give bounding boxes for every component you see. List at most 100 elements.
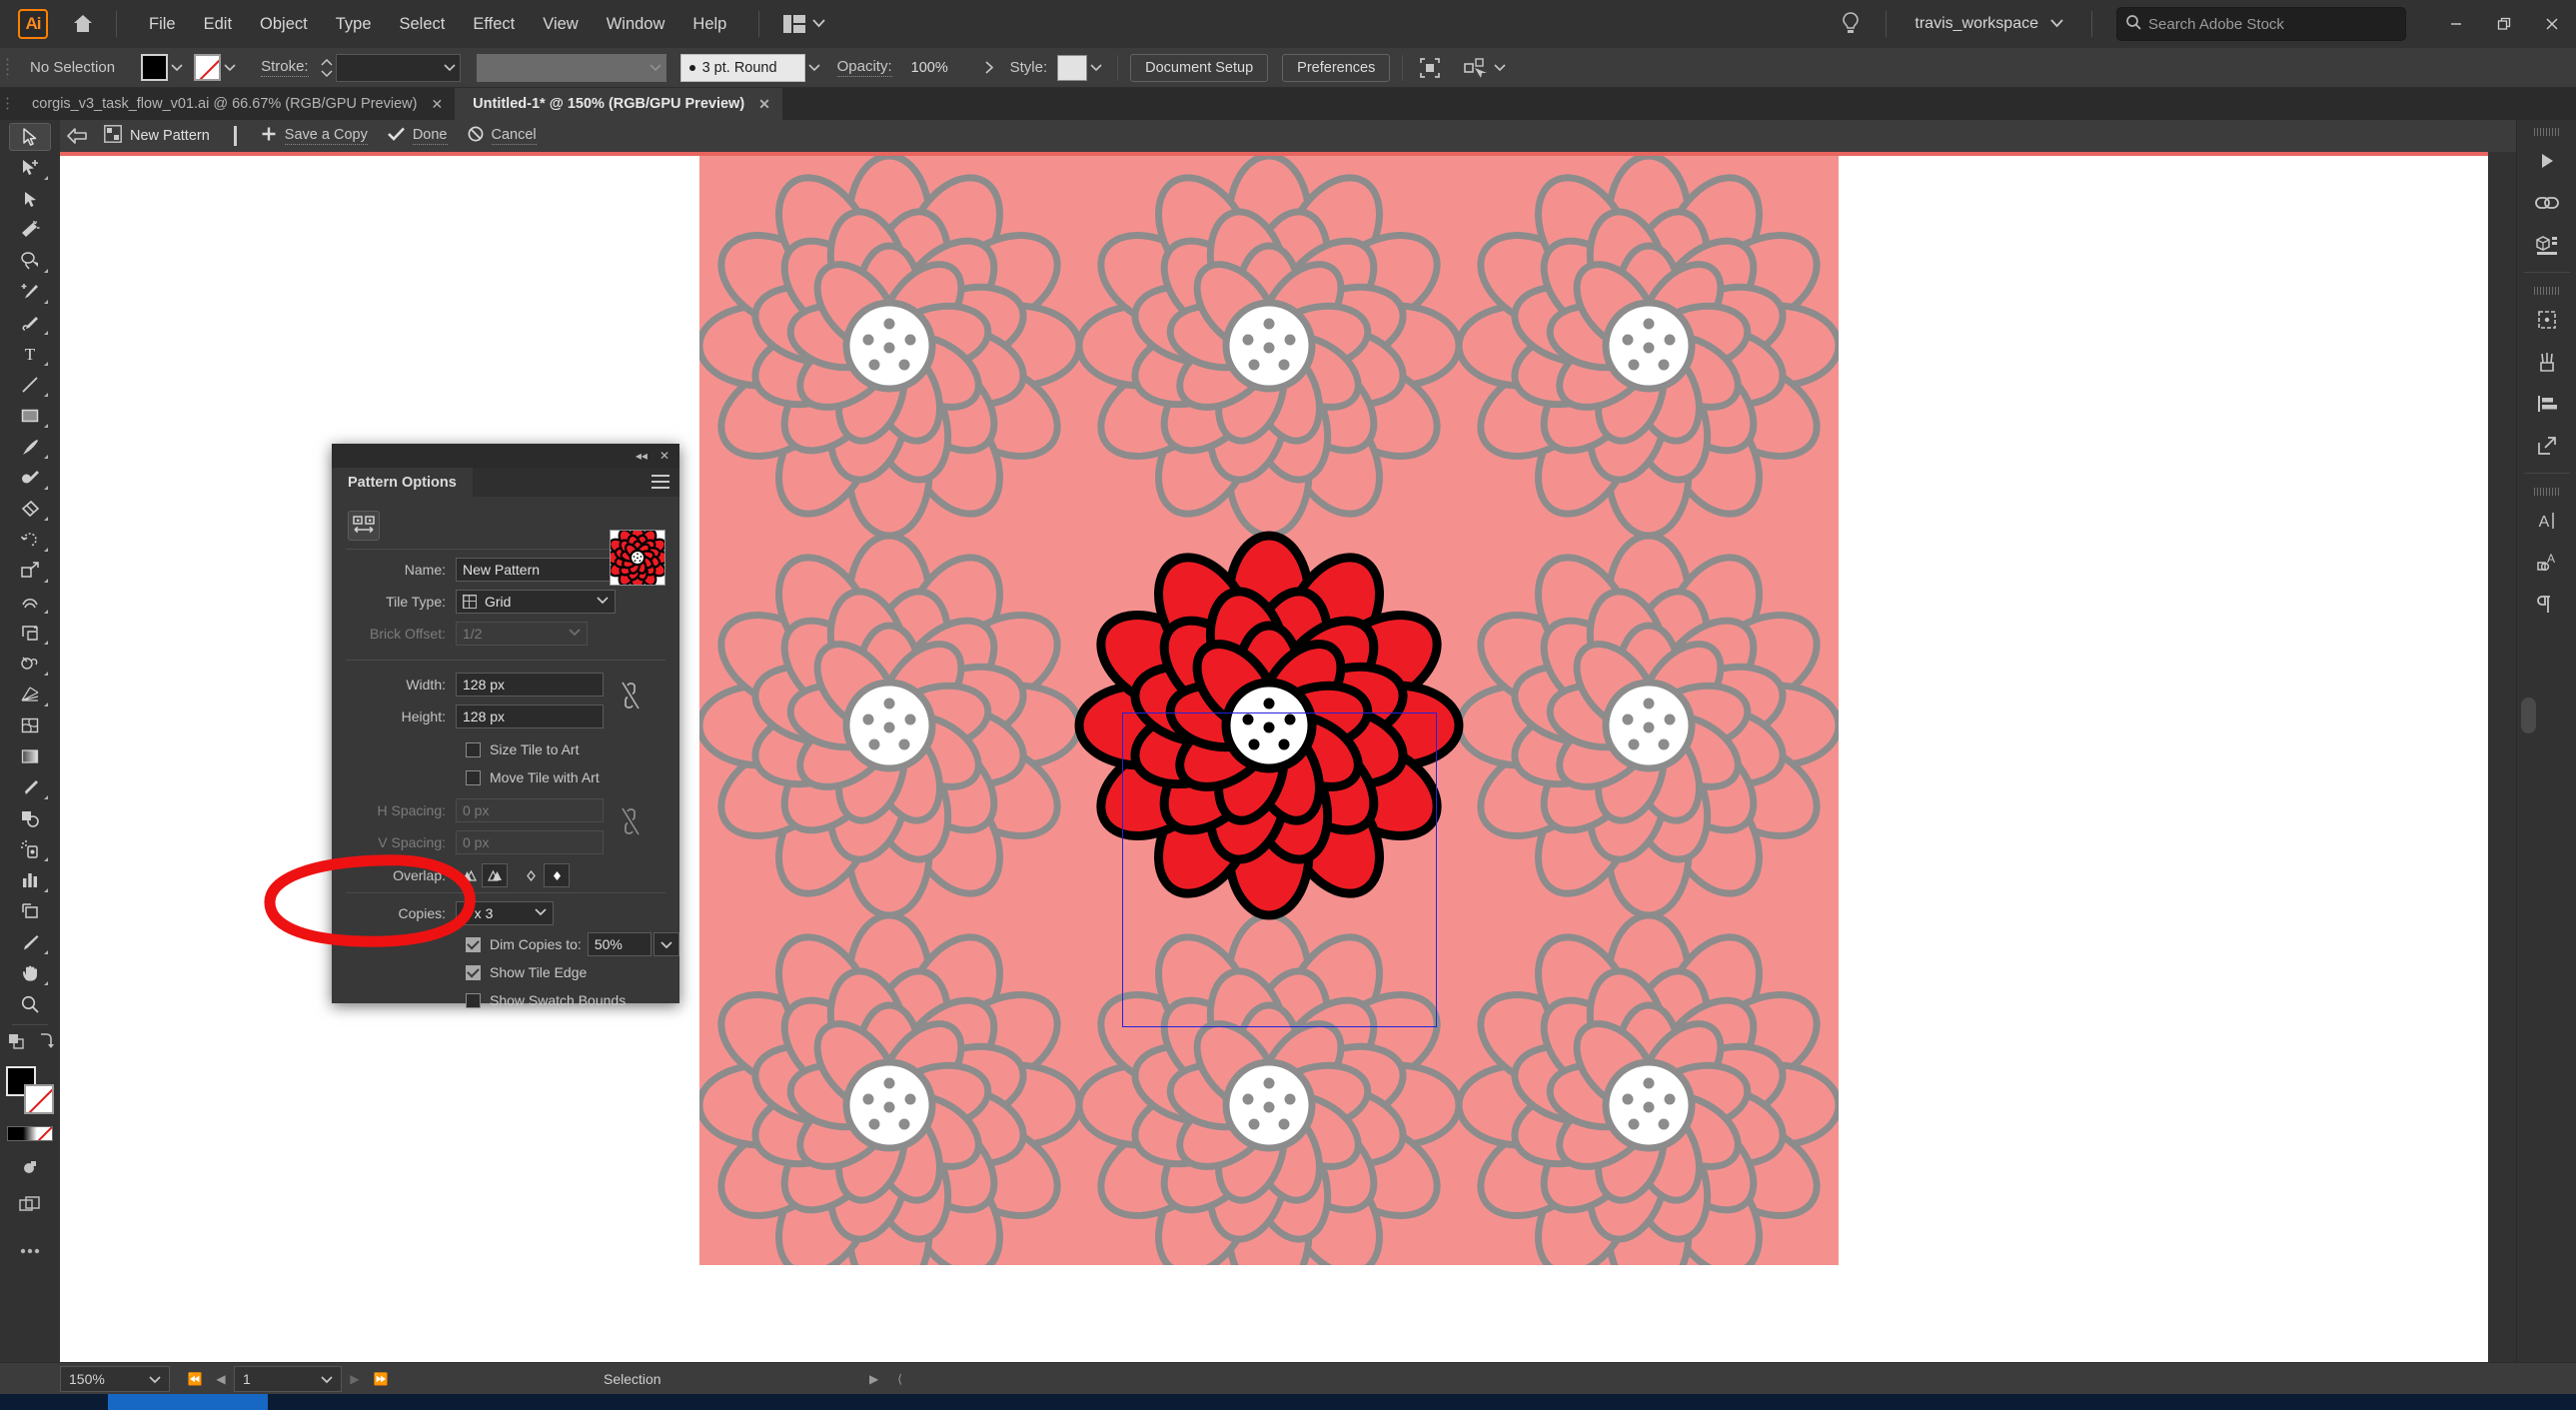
link-dimensions-icon[interactable] bbox=[620, 681, 642, 715]
brushes-icon[interactable] bbox=[2525, 341, 2569, 383]
discover-bulb-icon[interactable] bbox=[1834, 7, 1868, 41]
overlap-right-in-front-button[interactable] bbox=[482, 863, 508, 887]
canvas-scrollbar-thumb[interactable] bbox=[2521, 698, 2536, 733]
selection-tool[interactable] bbox=[9, 123, 51, 151]
link-spacing-icon[interactable] bbox=[620, 806, 642, 841]
perspective-grid-tool[interactable] bbox=[9, 681, 51, 708]
type-tool[interactable]: T bbox=[9, 340, 51, 368]
group-selection-tool[interactable] bbox=[9, 185, 51, 213]
menu-type[interactable]: Type bbox=[322, 9, 386, 40]
libraries-icon[interactable] bbox=[2525, 224, 2569, 266]
color-mode-bar[interactable] bbox=[7, 1126, 53, 1141]
link-icon[interactable] bbox=[2525, 182, 2569, 224]
menu-view[interactable]: View bbox=[529, 9, 592, 40]
select-similar-objects-icon[interactable] bbox=[1461, 59, 1491, 77]
color-gradient-icon[interactable] bbox=[23, 1127, 38, 1140]
dim-copies-row[interactable]: Dim Copies to: 50% bbox=[332, 931, 679, 957]
fill-chevron-down-icon[interactable] bbox=[168, 59, 186, 77]
pen-tool[interactable] bbox=[9, 278, 51, 306]
show-tile-edge-row[interactable]: Show Tile Edge bbox=[332, 959, 679, 985]
dock-gripper[interactable] bbox=[2534, 128, 2560, 136]
shape-builder-tool[interactable] bbox=[9, 650, 51, 678]
opacity-expand-icon[interactable] bbox=[980, 59, 998, 77]
paragraph-icon[interactable] bbox=[2525, 584, 2569, 626]
opacity-label[interactable]: Opacity: bbox=[837, 58, 892, 77]
copies-select[interactable]: 3 x 3 bbox=[456, 901, 554, 925]
menu-effect[interactable]: Effect bbox=[459, 9, 529, 40]
artboard-number-field[interactable]: 1 bbox=[234, 1366, 342, 1392]
blend-tool[interactable] bbox=[9, 804, 51, 832]
eraser-tool[interactable] bbox=[9, 495, 51, 523]
swap-fill-stroke-icon[interactable] bbox=[36, 1032, 54, 1055]
status-resize-icon[interactable]: ⟨ bbox=[887, 1366, 913, 1392]
scale-tool[interactable] bbox=[9, 557, 51, 585]
panel-menu-icon[interactable] bbox=[651, 475, 669, 489]
brush-definition-field[interactable] bbox=[477, 54, 666, 82]
menu-object[interactable]: Object bbox=[246, 9, 322, 40]
glyphs-icon[interactable]: A bbox=[2525, 542, 2569, 584]
stroke-weight-stepper[interactable] bbox=[321, 59, 333, 77]
show-swatch-bounds-row[interactable]: Show Swatch Bounds bbox=[332, 987, 679, 1013]
adobe-stock-search[interactable]: Search Adobe Stock bbox=[2116, 7, 2406, 41]
menu-help[interactable]: Help bbox=[678, 9, 740, 40]
paintbrush-tool[interactable] bbox=[9, 433, 51, 461]
collapse-panel-icon[interactable]: ◂◂ bbox=[636, 449, 647, 463]
tab-corgis-v3-task-flow[interactable]: corgis_v3_task_flow_v01.ai @ 66.67% (RGB… bbox=[14, 88, 455, 120]
tab-bar-gripper[interactable] bbox=[0, 88, 14, 120]
menu-window[interactable]: Window bbox=[593, 9, 679, 40]
align-icon[interactable] bbox=[2525, 383, 2569, 425]
panel-title-bar[interactable]: ◂◂ ✕ bbox=[332, 444, 679, 468]
overlap-top-in-front-button[interactable] bbox=[518, 863, 544, 887]
column-graph-tool[interactable] bbox=[9, 866, 51, 894]
overlap-bottom-in-front-button[interactable] bbox=[544, 863, 570, 887]
rectangle-tool[interactable] bbox=[9, 402, 51, 430]
size-tile-to-art-row[interactable]: Size Tile to Art bbox=[332, 736, 679, 762]
height-input[interactable]: 128 px bbox=[456, 705, 604, 728]
dim-copies-checkbox[interactable] bbox=[466, 937, 481, 952]
prev-artboard-button[interactable]: ◀ bbox=[208, 1366, 234, 1392]
show-tile-edge-checkbox[interactable] bbox=[466, 965, 481, 980]
first-artboard-button[interactable]: ⏪ bbox=[182, 1366, 208, 1392]
close-icon[interactable]: ✕ bbox=[758, 96, 770, 113]
width-input[interactable]: 128 px bbox=[456, 673, 604, 697]
pattern-preview-area[interactable] bbox=[699, 156, 1839, 1265]
play-icon[interactable] bbox=[2525, 140, 2569, 182]
arrange-documents-icon[interactable] bbox=[777, 11, 831, 37]
show-swatch-bounds-checkbox[interactable] bbox=[466, 993, 481, 1008]
stroke-weight-field[interactable] bbox=[336, 54, 461, 82]
color-none-icon[interactable] bbox=[37, 1127, 52, 1140]
drawing-mode-icon[interactable] bbox=[9, 1153, 51, 1181]
magic-wand-tool[interactable] bbox=[9, 216, 51, 244]
style-chevron-down-icon[interactable] bbox=[1087, 59, 1105, 77]
curvature-tool[interactable] bbox=[9, 309, 51, 337]
restore-button[interactable] bbox=[2480, 0, 2528, 48]
lasso-tool[interactable] bbox=[9, 247, 51, 275]
save-a-copy-button[interactable]: Save a Copy bbox=[251, 126, 378, 146]
stroke-label[interactable]: Stroke: bbox=[261, 58, 309, 77]
workspace-switcher[interactable]: travis_workspace bbox=[1905, 15, 2073, 33]
status-menu-icon[interactable]: ▶ bbox=[861, 1366, 887, 1392]
stroke-swatch[interactable] bbox=[24, 1084, 54, 1114]
dock-gripper-2[interactable] bbox=[2534, 287, 2560, 295]
preferences-button[interactable]: Preferences bbox=[1282, 54, 1390, 82]
cancel-button[interactable]: Cancel bbox=[458, 126, 547, 146]
width-tool[interactable] bbox=[9, 588, 51, 616]
size-tile-to-art-checkbox[interactable] bbox=[466, 742, 481, 757]
pattern-swatch-thumbnail[interactable] bbox=[610, 530, 665, 586]
zoom-tool[interactable] bbox=[9, 990, 51, 1018]
minimize-button[interactable] bbox=[2432, 0, 2480, 48]
edit-toolbar-icon[interactable] bbox=[9, 1237, 51, 1265]
menu-edit[interactable]: Edit bbox=[190, 9, 246, 40]
select-similar-chevron-down-icon[interactable] bbox=[1491, 59, 1509, 77]
fill-stroke-indicator[interactable] bbox=[6, 1066, 54, 1114]
color-solid-icon[interactable] bbox=[8, 1127, 23, 1140]
toggle-fill-stroke-icon[interactable] bbox=[6, 1031, 26, 1056]
fill-color-swatch[interactable] bbox=[141, 54, 168, 81]
pattern-options-panel[interactable]: ◂◂ ✕ Pattern Options Name: New bbox=[332, 444, 679, 1003]
select-similar-icon[interactable] bbox=[1415, 59, 1445, 77]
overlap-left-in-front-button[interactable] bbox=[456, 863, 482, 887]
screen-mode-icon[interactable] bbox=[9, 1191, 51, 1219]
taskbar-active-item[interactable] bbox=[108, 1394, 268, 1410]
dim-copies-input[interactable]: 50% bbox=[588, 932, 651, 956]
pattern-tile-tool-button[interactable] bbox=[348, 511, 380, 541]
